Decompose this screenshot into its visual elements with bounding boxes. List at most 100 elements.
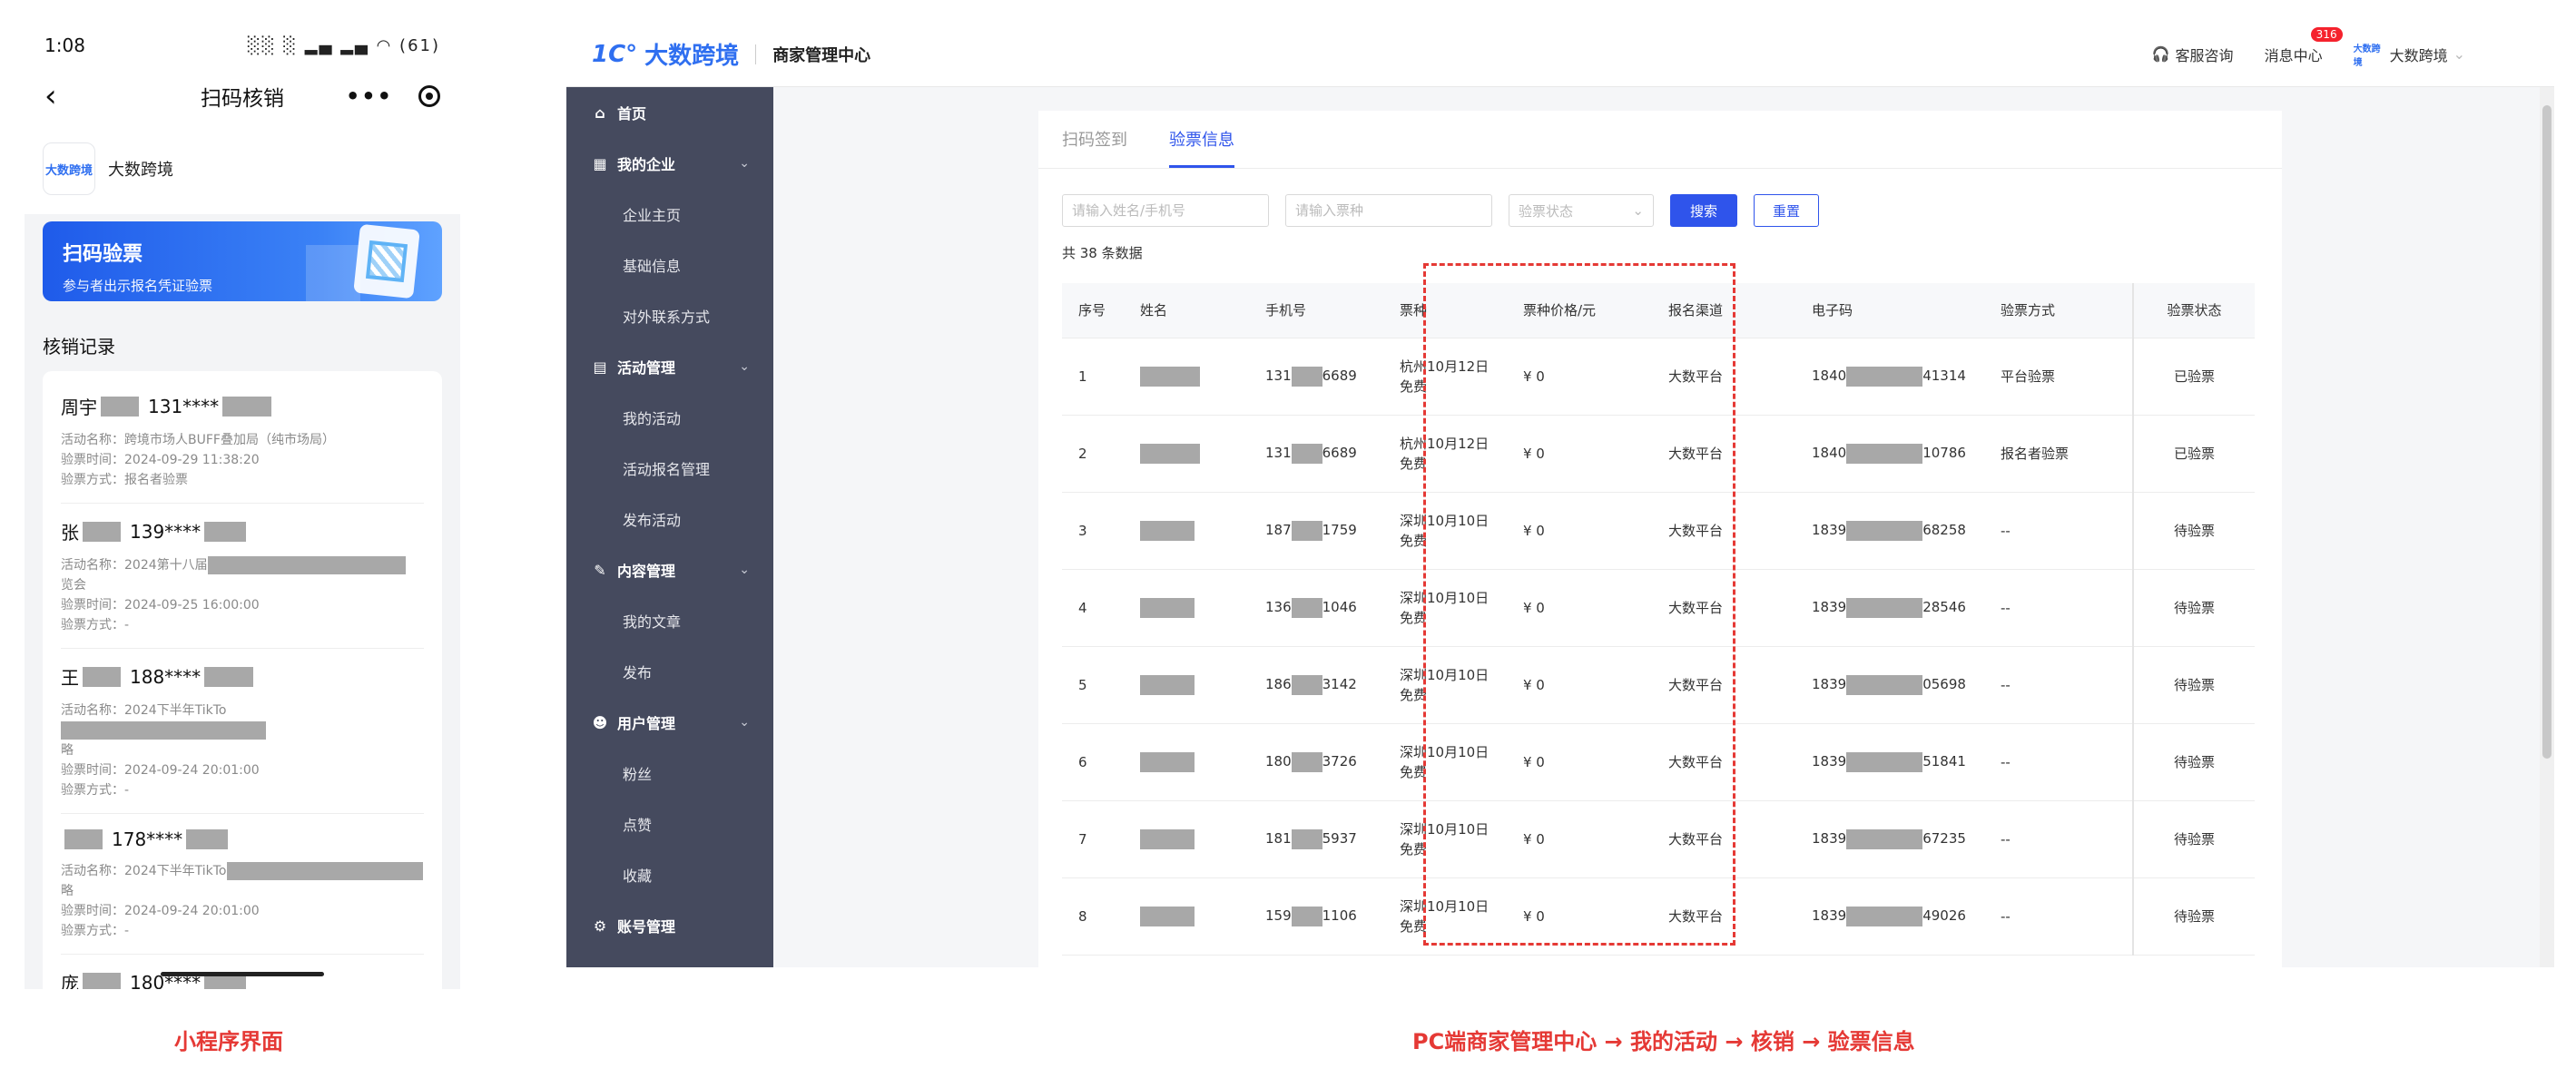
mini-program-nav-bar: ‹ 扫码核销 ••• xyxy=(25,69,460,123)
page-scrollbar[interactable] xyxy=(2540,87,2554,967)
org-logo: 大数跨境 xyxy=(43,142,95,195)
record-item[interactable]: 张 139**** 活动名称：2024第十八届 览会 验票时间：2024-09-2… xyxy=(61,504,424,649)
cell-price: ¥ 0 xyxy=(1507,415,1652,493)
sidebar-item-15[interactable]: 收藏 xyxy=(566,849,773,900)
qr-code-icon xyxy=(353,223,420,299)
sidebar-group-1[interactable]: ▦ 我的企业 ⌄ xyxy=(566,138,773,189)
sidebar-group-9[interactable]: ✎ 内容管理 ⌄ xyxy=(566,544,773,595)
verify-status-select[interactable]: 验票状态 ⌄ xyxy=(1509,194,1654,227)
page: 1:08 ░░ ░ ▂▄ ▂▄ ◠ (61) ‹ 扫码核销 ••• 大数跨境 大… xyxy=(0,0,2576,1088)
cell-ticket: 杭州10月12日 免费 xyxy=(1383,415,1507,493)
cell-verify-method: -- xyxy=(1981,646,2133,724)
record-head: 王 188**** xyxy=(61,663,424,690)
cell-name xyxy=(1124,723,1249,801)
sidebar-item-8[interactable]: 发布活动 xyxy=(566,494,773,544)
table-row[interactable]: 1 131 6689 杭州10月12日 免费 ¥ 0 大数平台 1840 41314 … xyxy=(1062,338,2255,416)
name-phone-search-input[interactable] xyxy=(1062,194,1269,227)
col-header-verify-status: 验票状态 xyxy=(2132,283,2255,338)
scrollbar-thumb[interactable] xyxy=(2542,105,2551,759)
status-icons: ░░ ░ ▂▄ ▂▄ ◠ (61) xyxy=(247,35,440,55)
sidebar-item-10[interactable]: 我的文章 xyxy=(566,595,773,646)
merchant-center-title: 商家管理中心 xyxy=(772,45,871,65)
masked-name xyxy=(1140,674,1195,695)
cell-channel: 大数平台 xyxy=(1652,646,1795,724)
masked-phone xyxy=(1291,674,1322,695)
masked-code xyxy=(1846,674,1923,695)
avatar: 大数跨境 xyxy=(2353,44,2381,68)
record-item[interactable]: 178**** 活动名称：2024下半年TikTo 略验票时间：2024-09-… xyxy=(61,814,424,955)
cell-price: ¥ 0 xyxy=(1507,646,1652,724)
sidebar-item-4[interactable]: 对外联系方式 xyxy=(566,290,773,341)
cell-ticket: 深圳10月10日 免费 xyxy=(1383,569,1507,647)
scan-ticket-banner[interactable]: 扫码验票 参与者出示报名凭证验票 xyxy=(43,221,442,301)
record-verify-method: 验票方式：- xyxy=(61,618,130,632)
reset-button[interactable]: 重置 xyxy=(1754,194,1820,227)
cell-name xyxy=(1124,800,1249,878)
sidebar-item-14[interactable]: 点赞 xyxy=(566,799,773,849)
chevron-down-icon: ⌄ xyxy=(739,359,750,374)
table-row[interactable]: 6 180 3726 深圳10月10日 免费 ¥ 0 大数平台 1839 51841 … xyxy=(1062,723,2255,801)
record-activity: 活动名称：2024下半年TikTo xyxy=(61,701,424,740)
tab-scan-checkin[interactable]: 扫码签到 xyxy=(1062,127,1127,168)
close-target-icon[interactable] xyxy=(418,85,440,107)
record-head: 张 139**** xyxy=(61,518,424,544)
col-header-index: 序号 xyxy=(1062,283,1124,338)
record-phone: 131**** xyxy=(148,395,220,417)
sidebar-group-16[interactable]: ⚙ 账号管理 xyxy=(566,900,773,951)
cell-verify-status: 待验票 xyxy=(2132,723,2255,801)
col-header-verify-method: 验票方式 xyxy=(1981,283,2133,338)
sidebar-item-2[interactable]: 企业主页 xyxy=(566,189,773,240)
sidebar-item-13[interactable]: 粉丝 xyxy=(566,748,773,799)
cell-verify-method: -- xyxy=(1981,800,2133,878)
record-item[interactable]: 周宇 131**** 活动名称：跨境市场人BUFF叠加局（纯市场局） 验票时间：… xyxy=(61,378,424,504)
cell-name xyxy=(1124,492,1249,570)
sidebar-item-3[interactable]: 基础信息 xyxy=(566,240,773,290)
ticket-type-search-input[interactable] xyxy=(1285,194,1492,227)
sidebar-group-12[interactable]: ☻ 用户管理 ⌄ xyxy=(566,697,773,748)
masked-code xyxy=(1846,828,1923,849)
table-row[interactable]: 3 187 1759 深圳10月10日 免费 ¥ 0 大数平台 1839 68258 … xyxy=(1062,492,2255,570)
sidebar-group-0[interactable]: ⌂ 首页 xyxy=(566,87,773,138)
record-name: 张 xyxy=(61,522,79,544)
record-head: 周宇 131**** xyxy=(61,393,424,419)
cell-verify-status: 已验票 xyxy=(2132,338,2255,416)
message-center-link[interactable]: 消息中心 316 xyxy=(2265,26,2343,65)
cell-verify-status: 已验票 xyxy=(2132,415,2255,493)
brand-logo[interactable]: 1C° 大数跨境 xyxy=(592,37,739,71)
record-item[interactable]: 王 188**** 活动名称：2024下半年TikTo 略验票时间：2024-0… xyxy=(61,649,424,814)
record-verify-time: 验票时间：2024-09-24 20:01:00 xyxy=(61,763,260,778)
table-row[interactable]: 8 159 1106 深圳10月10日 免费 ¥ 0 大数平台 1839 49026 … xyxy=(1062,877,2255,956)
sidebar-item-6[interactable]: 我的活动 xyxy=(566,392,773,443)
record-activity-cont: 略 xyxy=(61,743,74,758)
cell-ticket: 杭州10月12日 免费 xyxy=(1383,338,1507,416)
table-row[interactable]: 2 131 6689 杭州10月12日 免费 ¥ 0 大数平台 1840 10786 … xyxy=(1062,415,2255,493)
cell-ticket: 深圳10月10日 免费 xyxy=(1383,877,1507,956)
cell-code: 1839 67235 xyxy=(1795,800,1981,878)
table-header-row: 序号 姓名 手机号 票种 票种价格/元 报名渠道 电子码 验票方式 验票状态 xyxy=(1062,283,2255,338)
table-row[interactable]: 5 186 3142 深圳10月10日 免费 ¥ 0 大数平台 1839 05698 … xyxy=(1062,646,2255,724)
cell-ticket: 深圳10月10日 免费 xyxy=(1383,492,1507,570)
table-row[interactable]: 7 181 5937 深圳10月10日 免费 ¥ 0 大数平台 1839 67235 … xyxy=(1062,800,2255,878)
sidebar-group-5[interactable]: ▤ 活动管理 ⌄ xyxy=(566,341,773,392)
search-button[interactable]: 搜索 xyxy=(1670,194,1738,227)
cell-phone: 180 3726 xyxy=(1249,723,1383,801)
activity-icon: ▤ xyxy=(593,358,607,376)
sidebar-item-7[interactable]: 活动报名管理 xyxy=(566,443,773,494)
cell-price: ¥ 0 xyxy=(1507,569,1652,647)
sidebar-item-11[interactable]: 发布 xyxy=(566,646,773,697)
cell-verify-method: -- xyxy=(1981,877,2133,956)
customer-service-link[interactable]: 🎧 客服咨询 xyxy=(2152,44,2234,65)
account-menu[interactable]: 大数跨境 大数跨境 ⌄ xyxy=(2353,43,2465,68)
back-arrow-icon[interactable]: ‹ xyxy=(44,81,57,112)
table-row[interactable]: 4 136 1046 深圳10月10日 免费 ¥ 0 大数平台 1839 28546 … xyxy=(1062,569,2255,647)
customer-service-label: 客服咨询 xyxy=(2175,46,2234,64)
more-dots-icon[interactable]: ••• xyxy=(346,83,393,109)
cell-code: 1840 41314 xyxy=(1795,338,1981,416)
cell-phone: 159 1106 xyxy=(1249,877,1383,956)
tab-ticket-info[interactable]: 验票信息 xyxy=(1169,127,1234,168)
cell-verify-status: 待验票 xyxy=(2132,877,2255,956)
record-head: 178**** xyxy=(61,828,424,850)
brand-mark-icon: 1C° xyxy=(592,40,638,68)
chevron-down-icon: ⌄ xyxy=(2453,45,2465,63)
mini-program-screen: 1:08 ░░ ░ ▂▄ ▂▄ ◠ (61) ‹ 扫码核销 ••• 大数跨境 大… xyxy=(25,22,460,989)
